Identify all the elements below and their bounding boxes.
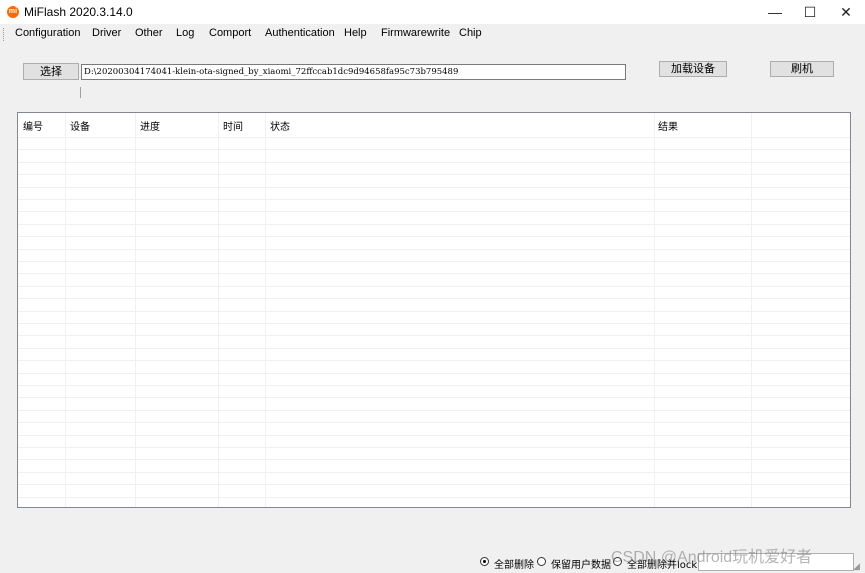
watermark-text: CSDN @Android玩机爱好者 — [611, 549, 813, 566]
table-row — [18, 422, 850, 423]
table-row — [18, 410, 850, 411]
table-row — [18, 348, 850, 349]
table-row — [18, 199, 850, 200]
firmware-path-field[interactable]: D:\20200304174041-klein-ota-signed_by_xi… — [81, 64, 626, 80]
header-number[interactable]: 编号 — [23, 118, 43, 133]
miflash-logo-icon: mi — [7, 6, 19, 18]
menu-driver[interactable]: Driver — [92, 27, 121, 39]
table-row — [18, 497, 850, 498]
minimize-button[interactable]: — — [757, 0, 793, 24]
load-device-button[interactable]: 加载设备 — [659, 61, 727, 77]
table-row — [18, 187, 850, 188]
menu-grip-icon — [3, 28, 6, 41]
menu-help[interactable]: Help — [344, 27, 367, 39]
table-row — [18, 447, 850, 448]
maximize-button[interactable]: ☐ — [792, 0, 828, 24]
progress-divider — [80, 87, 81, 98]
table-row — [18, 162, 850, 163]
menu-bar: Configuration Driver Other Log Comport A… — [0, 25, 865, 43]
table-row — [18, 385, 850, 386]
table-row — [18, 360, 850, 361]
radio-save-user-data[interactable] — [537, 557, 546, 566]
table-row — [18, 298, 850, 299]
table-row — [18, 174, 850, 175]
close-button[interactable]: ✕ — [828, 0, 864, 24]
menu-log[interactable]: Log — [176, 27, 194, 39]
menu-chip[interactable]: Chip — [459, 27, 482, 39]
menu-other[interactable]: Other — [135, 27, 163, 39]
radio-label-save-user-data: 保留用户数据 — [551, 560, 611, 571]
radio-clean-all[interactable] — [480, 557, 489, 566]
menu-configuration[interactable]: Configuration — [15, 27, 80, 39]
header-device[interactable]: 设备 — [70, 118, 90, 133]
flash-button[interactable]: 刷机 — [770, 61, 834, 77]
menu-authentication[interactable]: Authentication — [265, 27, 335, 39]
header-result[interactable]: 结果 — [658, 118, 678, 133]
table-row — [18, 484, 850, 485]
table-row — [18, 435, 850, 436]
window-title: MiFlash 2020.3.14.0 — [24, 5, 133, 19]
table-row — [18, 323, 850, 324]
table-row — [18, 273, 850, 274]
table-row — [18, 335, 850, 336]
resize-grip-icon[interactable]: ◢ — [853, 561, 863, 571]
radio-label-clean-all: 全部删除 — [494, 560, 534, 571]
table-row — [18, 224, 850, 225]
table-row — [18, 472, 850, 473]
header-progress[interactable]: 进度 — [140, 118, 160, 133]
table-row — [18, 137, 850, 138]
title-bar: mi MiFlash 2020.3.14.0 — ☐ ✕ — [0, 0, 865, 24]
table-row — [18, 311, 850, 312]
table-row — [18, 149, 850, 150]
select-button[interactable]: 选择 — [23, 63, 79, 80]
table-row — [18, 397, 850, 398]
table-row — [18, 211, 850, 212]
table-row — [18, 249, 850, 250]
menu-firmwarewrite[interactable]: Firmwarewrite — [381, 27, 450, 39]
header-status[interactable]: 状态 — [270, 118, 290, 133]
header-time[interactable]: 时间 — [223, 118, 243, 133]
table-row — [18, 286, 850, 287]
table-row — [18, 236, 850, 237]
table-row — [18, 261, 850, 262]
table-row — [18, 373, 850, 374]
menu-comport[interactable]: Comport — [209, 27, 251, 39]
table-row — [18, 459, 850, 460]
device-table[interactable]: 编号 设备 进度 时间 状态 结果 — [17, 112, 851, 508]
